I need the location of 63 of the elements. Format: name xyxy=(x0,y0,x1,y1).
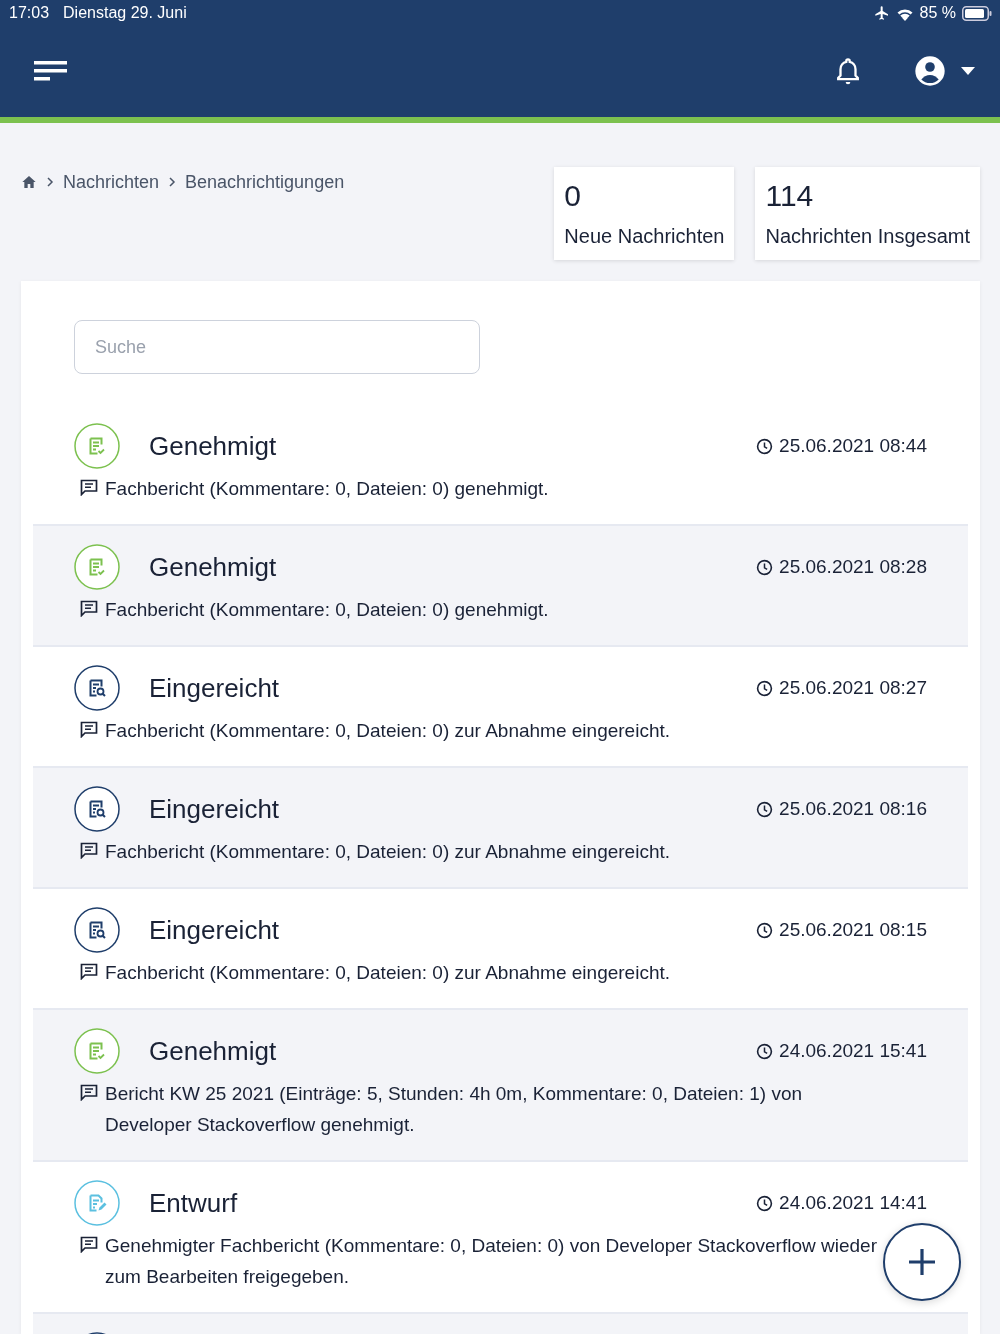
notification-time: 25.06.2021 08:15 xyxy=(779,919,927,941)
chevron-icon xyxy=(167,176,178,188)
clock-icon xyxy=(756,800,774,818)
notification-text: Fachbericht (Kommentare: 0, Dateien: 0) genehmigt. xyxy=(105,598,550,622)
message-icon xyxy=(80,963,98,980)
notification-text: Fachbericht (Kommentare: 0, Dateien: 0) zur Abnahme eingereicht. xyxy=(105,719,671,743)
approved-report-icon xyxy=(74,423,120,469)
notification-time: 25.06.2021 08:27 xyxy=(779,677,927,699)
notification-text: Fachbericht (Kommentare: 0, Dateien: 0) genehmigt. xyxy=(105,477,550,501)
search-field[interactable]: Suche xyxy=(74,320,480,374)
notification-title: Eingereicht xyxy=(149,914,281,946)
notification-time: 25.06.2021 08:28 xyxy=(779,556,927,578)
notification-text: Bericht KW 25 2021 (Einträge: 5, Stunden: 4h 0m, Kommentare: 0, Dateien: 1) von Developer Stackoverflow genehmigt. xyxy=(105,1082,804,1137)
message-icon xyxy=(80,1084,98,1101)
notification-title: Eingereicht xyxy=(149,672,281,704)
notification-title: Genehmigt xyxy=(149,551,278,583)
stat-value: 114 xyxy=(765,178,815,214)
airplane-icon xyxy=(873,5,890,21)
caret-icon xyxy=(960,66,976,76)
notification-text: Fachbericht (Kommentare: 0, Dateien: 0) zur Abnahme eingereicht. xyxy=(105,840,671,864)
notification-time: 24.06.2021 15:41 xyxy=(779,1040,927,1062)
notification-text: Fachbericht (Kommentare: 0, Dateien: 0) zur Abnahme eingereicht. xyxy=(105,961,671,985)
avatar-icon xyxy=(914,55,946,87)
message-icon xyxy=(80,721,98,738)
stat-label: Nachrichten Insgesamt xyxy=(765,224,970,249)
clock-icon xyxy=(756,437,774,455)
message-icon xyxy=(80,600,98,617)
chevron-icon xyxy=(45,176,55,188)
notification-title: Genehmigt xyxy=(149,430,278,462)
breadcrumb-link[interactable]: Benachrichtigungen xyxy=(185,171,345,193)
stat-value: 0 xyxy=(564,178,583,214)
notifications-button[interactable] xyxy=(834,56,862,86)
account-menu-button[interactable] xyxy=(914,55,976,87)
report-search-icon xyxy=(74,907,120,953)
stat-label: Neue Nachrichten xyxy=(564,224,725,249)
approved-report-icon xyxy=(74,544,120,590)
status-time: 17:03 xyxy=(9,4,50,22)
message-icon xyxy=(80,479,98,496)
status-date: Dienstag 29. Juni xyxy=(63,4,187,22)
approved-report-icon xyxy=(74,1028,120,1074)
home-icon[interactable] xyxy=(21,174,37,190)
report-search-icon xyxy=(74,665,120,711)
clock-icon xyxy=(756,679,774,697)
report-search-icon xyxy=(74,786,120,832)
notification-time: 25.06.2021 08:44 xyxy=(779,435,927,457)
clock-icon xyxy=(756,921,774,939)
report-edit-icon xyxy=(74,1180,120,1226)
notification-time: 24.06.2021 14:41 xyxy=(779,1192,927,1214)
breadcrumb-link[interactable]: Nachrichten xyxy=(63,171,160,193)
notification-title: Genehmigt xyxy=(149,1035,278,1067)
notification-text: Genehmigter Fachbericht (Kommentare: 0, Dateien: 0) von Developer Stackoverflow wieder zum Bearbeiten freigegeben. xyxy=(105,1234,878,1289)
notification-title: Entwurf xyxy=(149,1187,239,1219)
plus-icon xyxy=(907,1247,937,1277)
message-icon xyxy=(80,1236,98,1253)
notification-title: Eingereicht xyxy=(149,793,281,825)
menu-button[interactable] xyxy=(34,59,68,83)
clock-icon xyxy=(756,1194,774,1212)
battery-icon xyxy=(962,5,992,21)
battery-percentage: 85 % xyxy=(919,4,956,22)
clock-icon xyxy=(756,1042,774,1060)
clock-icon xyxy=(756,558,774,576)
notification-time: 25.06.2021 08:16 xyxy=(779,798,927,820)
message-icon xyxy=(80,842,98,859)
